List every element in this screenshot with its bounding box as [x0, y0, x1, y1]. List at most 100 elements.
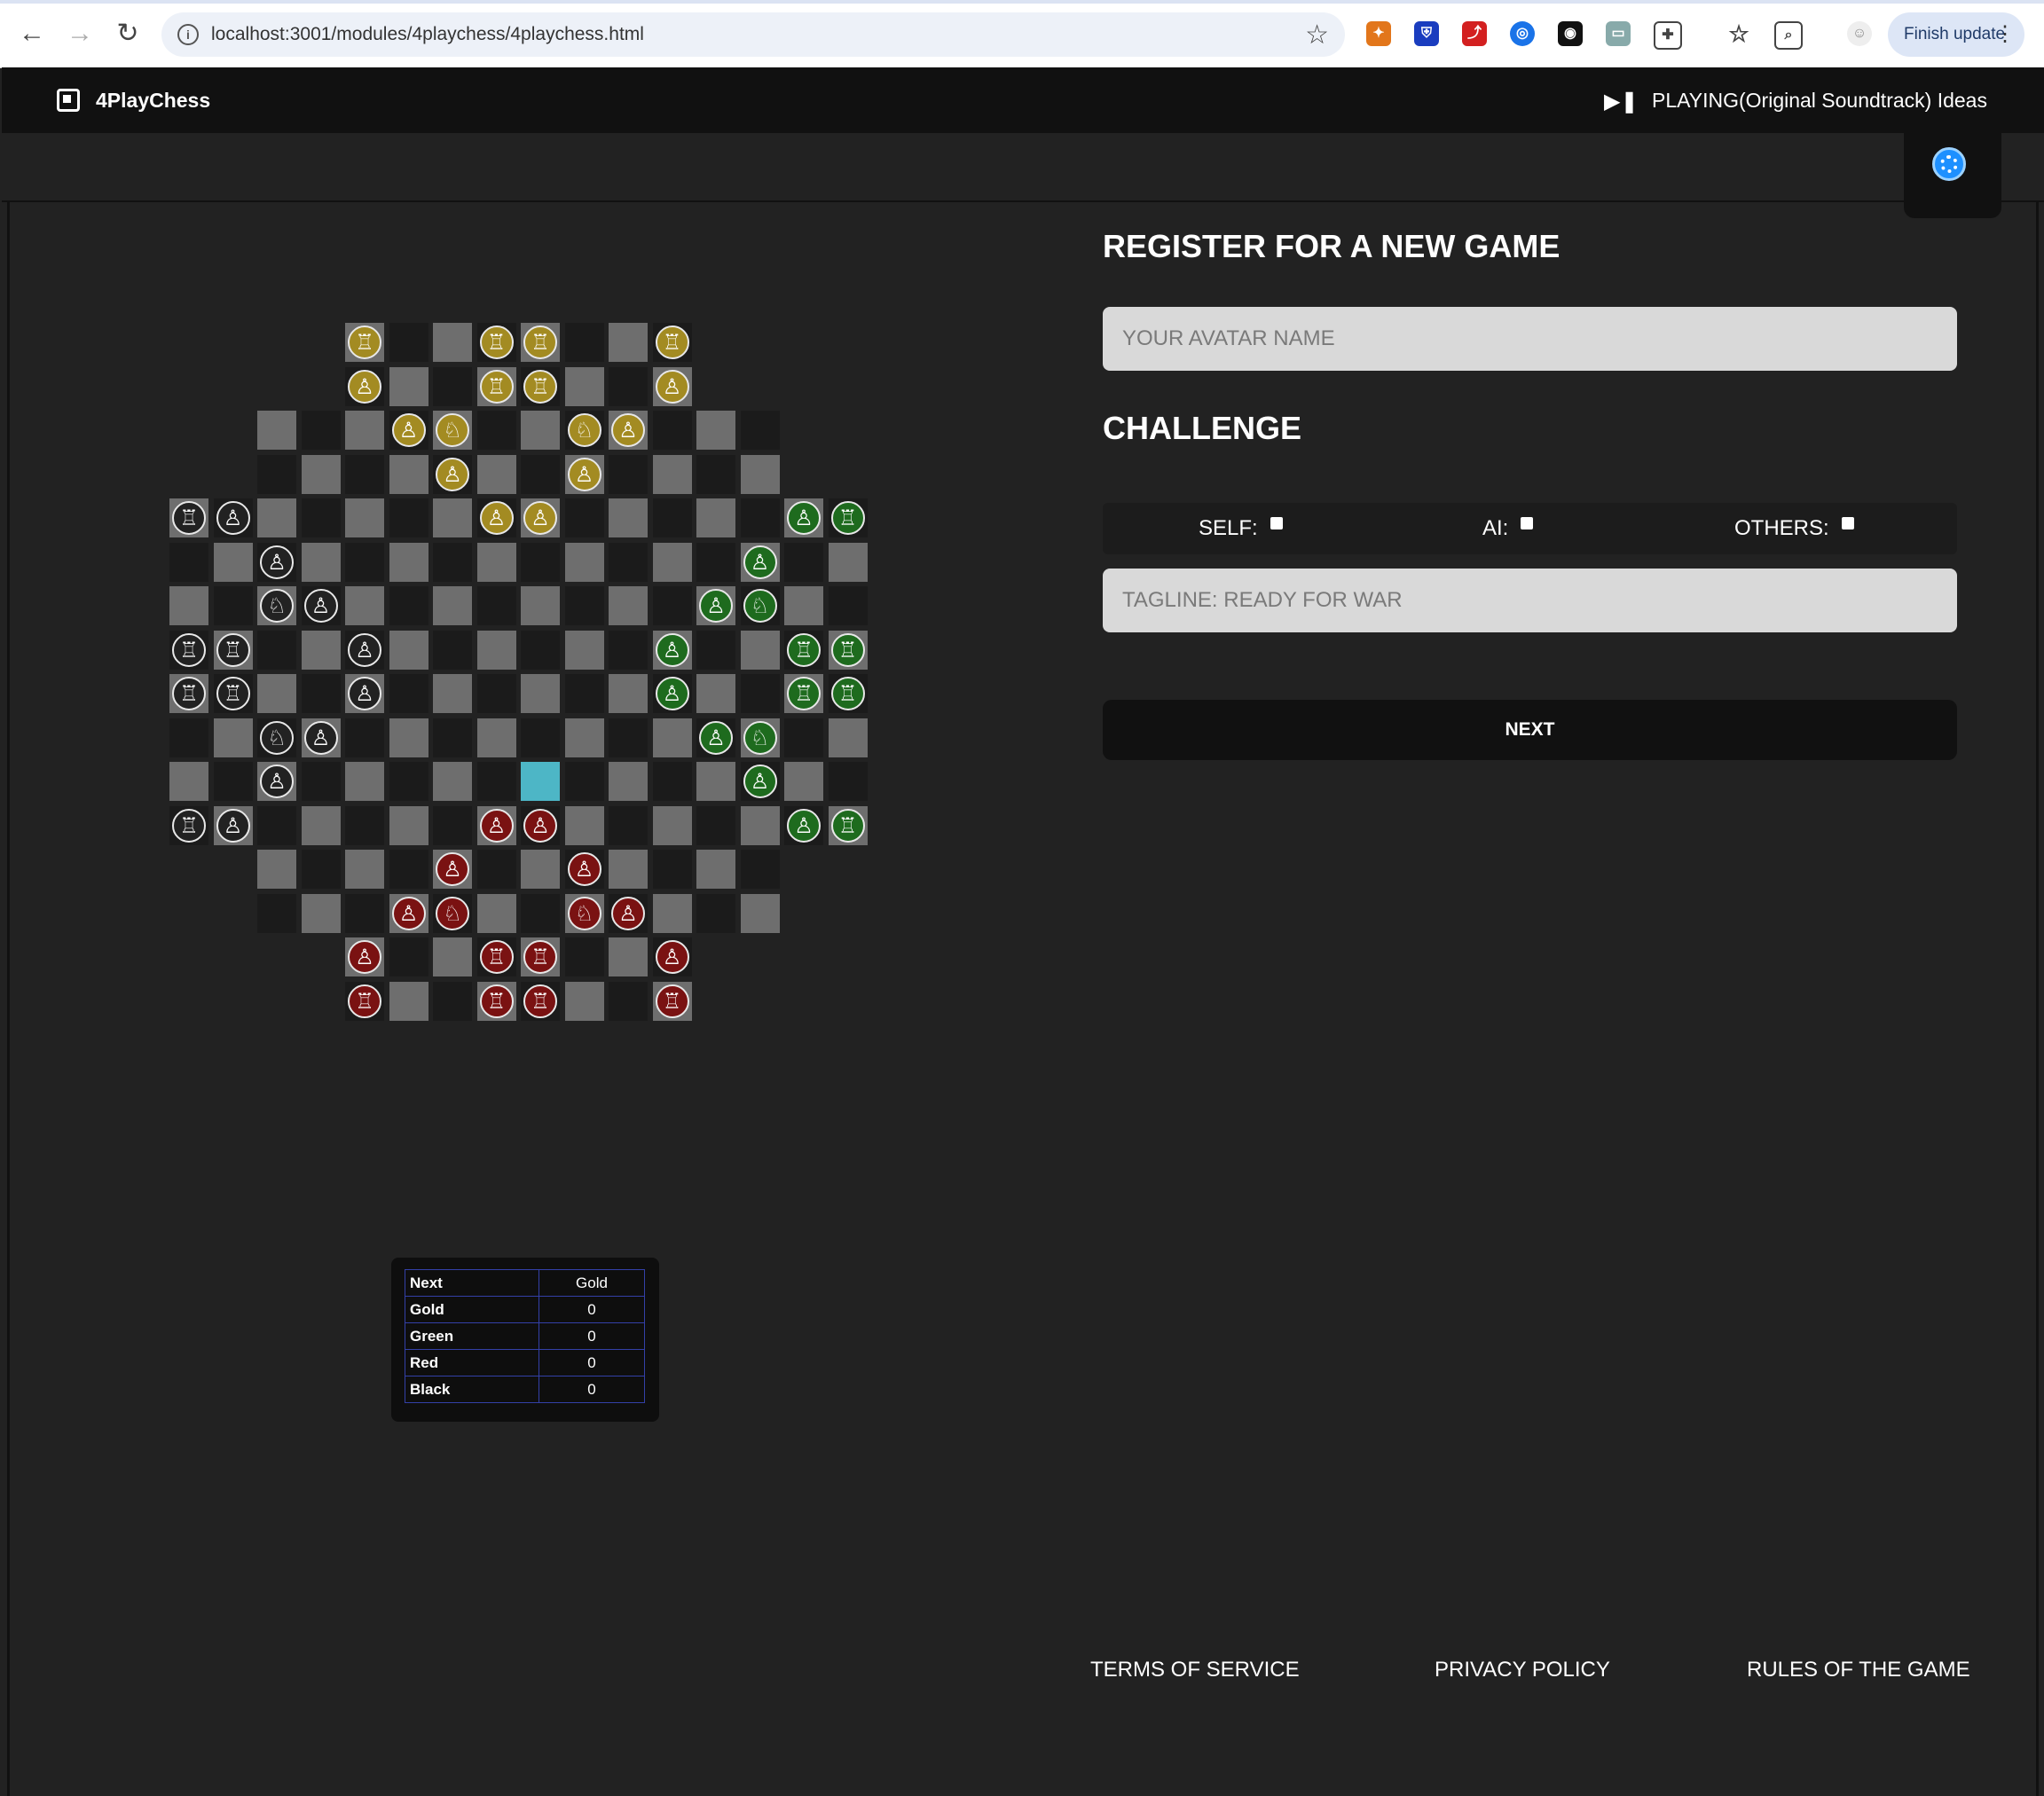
- green-rook-piece[interactable]: ♖: [830, 632, 865, 667]
- forward-icon[interactable]: →: [66, 20, 94, 48]
- board-square[interactable]: [389, 323, 428, 362]
- board-square[interactable]: ♖: [521, 323, 560, 362]
- board-square[interactable]: [433, 542, 472, 582]
- board-square[interactable]: [740, 498, 780, 537]
- board-square[interactable]: [784, 718, 823, 757]
- board-square[interactable]: [389, 586, 428, 625]
- gold-pawn-piece[interactable]: ♙: [479, 501, 514, 535]
- board-square[interactable]: ♙: [345, 630, 384, 670]
- board-square[interactable]: [345, 762, 384, 801]
- board-square[interactable]: [169, 718, 208, 757]
- green-rook-piece[interactable]: ♖: [787, 677, 821, 710]
- gold-pawn-piece[interactable]: ♙: [567, 457, 601, 491]
- board-square[interactable]: ♙: [345, 937, 384, 976]
- board-square[interactable]: [521, 718, 560, 757]
- green-rook-piece[interactable]: ♖: [830, 677, 865, 710]
- gold-pawn-piece[interactable]: ♙: [436, 457, 469, 491]
- red-rook-piece[interactable]: ♖: [523, 940, 557, 974]
- board-square[interactable]: [652, 850, 692, 889]
- board-square[interactable]: [389, 542, 428, 582]
- board-square[interactable]: ♖: [476, 323, 516, 362]
- board-square[interactable]: [345, 850, 384, 889]
- board-square[interactable]: [345, 718, 384, 757]
- red-knight-piece[interactable]: ♘: [436, 896, 469, 930]
- board-square[interactable]: ♖: [213, 674, 253, 713]
- board-square[interactable]: [609, 586, 648, 625]
- board-square[interactable]: [433, 937, 472, 976]
- board-square[interactable]: [564, 498, 604, 537]
- black-rook-piece[interactable]: ♖: [172, 501, 206, 535]
- green-pawn-piece[interactable]: ♙: [743, 545, 777, 579]
- board-square[interactable]: ♙: [652, 674, 692, 713]
- board-square[interactable]: [564, 674, 604, 713]
- board-square[interactable]: ♙: [564, 454, 604, 494]
- red-pawn-piece[interactable]: ♙: [479, 808, 514, 843]
- board-square[interactable]: ♖: [169, 674, 208, 713]
- board-square[interactable]: [784, 762, 823, 801]
- board-square[interactable]: ♖: [521, 981, 560, 1021]
- board-square[interactable]: [433, 586, 472, 625]
- board-square[interactable]: [169, 542, 208, 582]
- finish-update-button[interactable]: Finish update ⋮: [1888, 12, 2024, 57]
- board-square[interactable]: [521, 411, 560, 450]
- board-square[interactable]: [652, 411, 692, 450]
- board-square[interactable]: [301, 542, 341, 582]
- board-square[interactable]: [476, 893, 516, 933]
- board-square[interactable]: [213, 542, 253, 582]
- board-square[interactable]: [784, 542, 823, 582]
- green-pawn-piece[interactable]: ♙: [655, 632, 689, 667]
- board-square[interactable]: [213, 718, 253, 757]
- black-pawn-piece[interactable]: ♙: [303, 589, 338, 623]
- board-square[interactable]: [389, 366, 428, 406]
- board-square[interactable]: [476, 630, 516, 670]
- gold-pawn-piece[interactable]: ♙: [391, 413, 426, 447]
- board-square[interactable]: [433, 366, 472, 406]
- board-square[interactable]: ♙: [609, 893, 648, 933]
- board-square[interactable]: [257, 454, 296, 494]
- board-square[interactable]: [521, 674, 560, 713]
- green-pawn-piece[interactable]: ♙: [787, 501, 821, 535]
- board-square[interactable]: [609, 981, 648, 1021]
- board-square[interactable]: [828, 542, 868, 582]
- board-square[interactable]: ♙: [389, 893, 428, 933]
- terms-link[interactable]: TERMS OF SERVICE: [1090, 1658, 1300, 1682]
- board-square[interactable]: [301, 454, 341, 494]
- board-square[interactable]: [696, 411, 735, 450]
- board-square[interactable]: [740, 805, 780, 845]
- board-square[interactable]: [169, 762, 208, 801]
- board-square[interactable]: [301, 411, 341, 450]
- board-square[interactable]: ♖: [169, 498, 208, 537]
- board-square[interactable]: ♙: [696, 586, 735, 625]
- board-square[interactable]: ♘: [433, 893, 472, 933]
- avatar-name-input[interactable]: YOUR AVATAR NAME: [1103, 307, 1957, 371]
- board-square[interactable]: [389, 762, 428, 801]
- board-square[interactable]: [301, 762, 341, 801]
- board-square[interactable]: ♙: [213, 498, 253, 537]
- board-square[interactable]: ♙: [257, 762, 296, 801]
- board-square[interactable]: [433, 630, 472, 670]
- reload-icon[interactable]: ↻: [114, 20, 142, 48]
- board-square[interactable]: [609, 542, 648, 582]
- board-square[interactable]: [389, 981, 428, 1021]
- black-pawn-piece[interactable]: ♙: [216, 808, 250, 843]
- board-square[interactable]: ♙: [345, 674, 384, 713]
- gold-pawn-piece[interactable]: ♙: [348, 369, 381, 404]
- red-rook-piece[interactable]: ♖: [479, 940, 514, 974]
- site-info-icon[interactable]: i: [177, 24, 199, 45]
- black-rook-piece[interactable]: ♖: [172, 808, 206, 843]
- copilot-extension-icon[interactable]: ◉: [1558, 21, 1583, 46]
- gold-knight-piece[interactable]: ♘: [567, 413, 601, 447]
- board-square[interactable]: [564, 805, 604, 845]
- board-square[interactable]: ♙: [345, 366, 384, 406]
- board-square[interactable]: [828, 586, 868, 625]
- board-square[interactable]: [521, 893, 560, 933]
- gold-knight-piece[interactable]: ♘: [436, 413, 469, 447]
- board-square[interactable]: [564, 718, 604, 757]
- menu-dots-icon[interactable]: ⋮: [1978, 12, 2016, 57]
- board-square[interactable]: ♖: [169, 630, 208, 670]
- board-square[interactable]: [257, 630, 296, 670]
- red-pawn-piece[interactable]: ♙: [523, 808, 557, 843]
- green-rook-piece[interactable]: ♖: [830, 808, 865, 843]
- board-square[interactable]: [696, 542, 735, 582]
- board-square[interactable]: ♙: [521, 498, 560, 537]
